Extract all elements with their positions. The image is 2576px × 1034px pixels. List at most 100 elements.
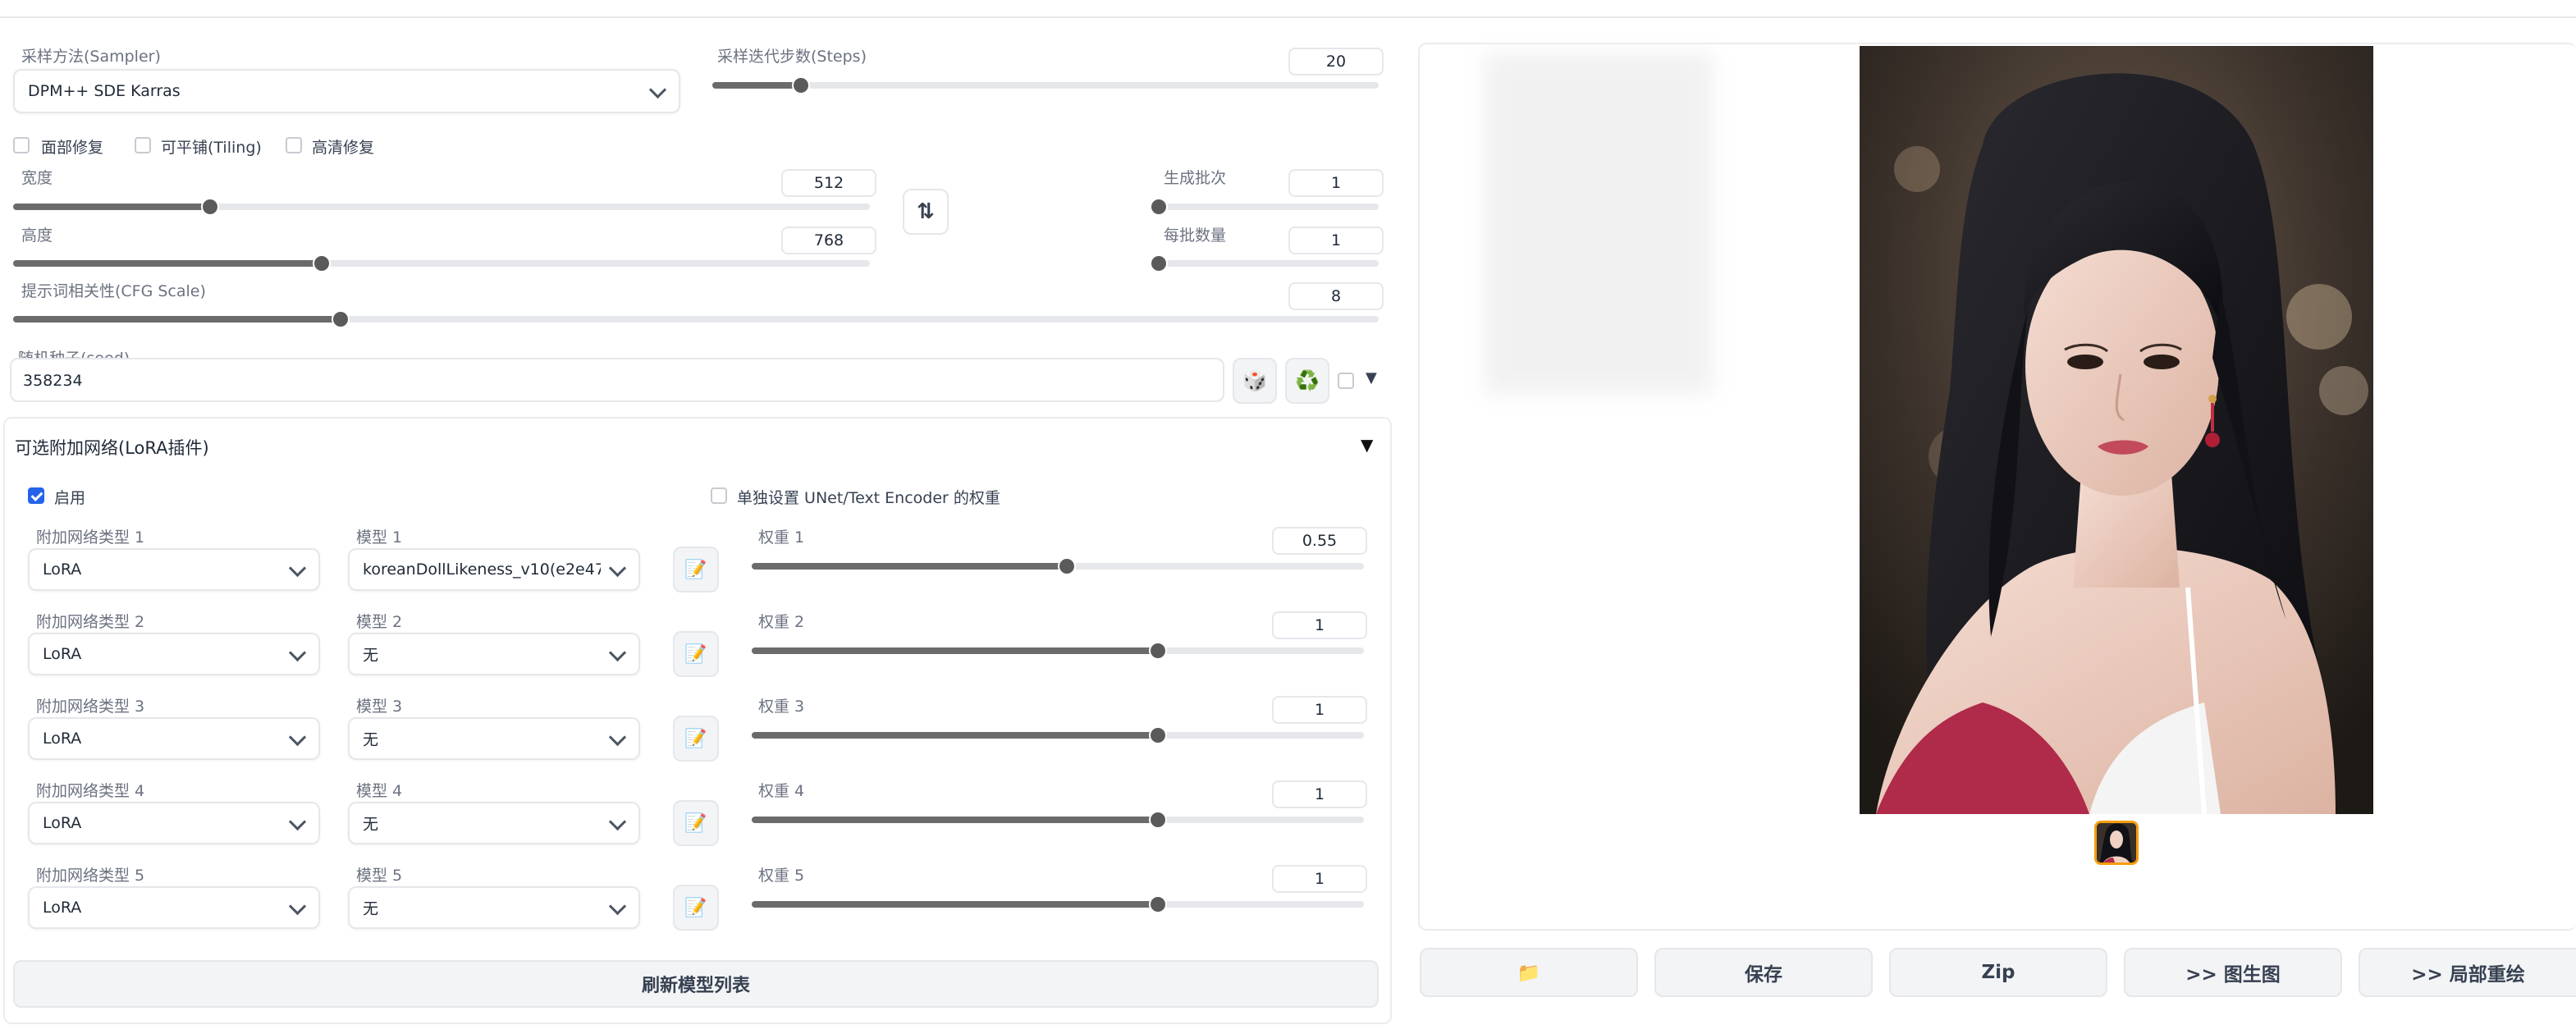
recycle-icon: ♻️ xyxy=(1295,369,1320,392)
tiling-checkbox[interactable] xyxy=(135,137,151,153)
top-divider xyxy=(0,16,2576,18)
lora-weight-slider-thumb[interactable] xyxy=(1148,642,1167,660)
width-input[interactable]: 512 xyxy=(781,169,876,197)
lora-collapse-icon[interactable]: ▼ xyxy=(1361,435,1373,455)
open-folder-button[interactable]: 📁 xyxy=(1420,948,1638,997)
lora-edit-button[interactable]: 📝 xyxy=(673,800,719,846)
zip-button[interactable]: Zip xyxy=(1889,948,2107,997)
height-slider[interactable] xyxy=(13,254,870,272)
sampler-dropdown[interactable]: DPM++ SDE Karras xyxy=(13,69,680,113)
cfg-slider[interactable] xyxy=(13,310,1379,328)
lora-type-dropdown[interactable]: LoRA xyxy=(28,886,320,929)
batch-count-slider[interactable] xyxy=(1150,198,1379,216)
lora-weight-slider[interactable] xyxy=(752,726,1364,744)
separate-weights-label: 单独设置 UNet/Text Encoder 的权重 xyxy=(737,489,1000,507)
extra-seed-checkbox[interactable] xyxy=(1338,373,1354,389)
batch-size-input[interactable]: 1 xyxy=(1288,226,1384,254)
hires-fix-label: 高清修复 xyxy=(312,139,375,157)
lora-panel-title: 可选附加网络(LoRA插件) xyxy=(15,438,209,458)
random-seed-button[interactable]: 🎲 xyxy=(1233,358,1277,404)
lora-weight-slider[interactable] xyxy=(752,642,1364,660)
lora-model-dropdown[interactable]: 无 xyxy=(348,886,640,929)
lora-edit-button[interactable]: 📝 xyxy=(673,885,719,931)
lora-model-dropdown[interactable]: 无 xyxy=(348,633,640,675)
lora-weight-slider-thumb[interactable] xyxy=(1148,895,1167,913)
generated-image[interactable] xyxy=(1860,46,2373,814)
lora-type-dropdown[interactable]: LoRA xyxy=(28,633,320,675)
lora-type-label: 附加网络类型 1 xyxy=(36,528,145,547)
sampler-value: DPM++ SDE Karras xyxy=(28,82,181,100)
lora-weight-slider-fill xyxy=(752,901,1158,908)
reuse-seed-button[interactable]: ♻️ xyxy=(1285,358,1329,404)
folder-icon: 📁 xyxy=(1517,962,1541,984)
lora-type-dropdown[interactable]: LoRA xyxy=(28,802,320,844)
extra-seed-toggle-icon[interactable]: ▼ xyxy=(1366,369,1377,387)
lora-type-dropdown[interactable]: LoRA xyxy=(28,717,320,760)
tiling-label: 可平铺(Tiling) xyxy=(161,139,262,157)
save-button-label: 保存 xyxy=(1745,964,1782,986)
lora-enable-label: 启用 xyxy=(54,489,86,507)
face-restore-checkbox[interactable] xyxy=(13,137,30,153)
lora-weight-label: 权重 2 xyxy=(758,613,805,631)
lora-weight-input[interactable]: 1 xyxy=(1272,611,1367,639)
width-slider-thumb[interactable] xyxy=(201,198,220,216)
lora-model-label: 模型 5 xyxy=(356,867,403,885)
steps-slider[interactable] xyxy=(712,76,1379,94)
height-input[interactable]: 768 xyxy=(781,226,876,254)
cfg-input[interactable]: 8 xyxy=(1288,282,1384,310)
cfg-slider-thumb[interactable] xyxy=(332,310,350,328)
lora-weight-slider[interactable] xyxy=(752,895,1364,913)
chevron-down-icon xyxy=(608,897,627,916)
face-restore-label: 面部修复 xyxy=(41,139,104,157)
lora-model-value: 无 xyxy=(363,730,379,749)
lora-edit-button[interactable]: 📝 xyxy=(673,547,719,592)
lora-model-dropdown[interactable]: 无 xyxy=(348,717,640,760)
refresh-model-list-button[interactable]: 刷新模型列表 xyxy=(13,960,1379,1008)
lora-weight-slider[interactable] xyxy=(752,811,1364,829)
batch-count-slider-thumb[interactable] xyxy=(1150,198,1168,216)
edit-icon: 📝 xyxy=(684,559,707,580)
separate-weights-checkbox[interactable] xyxy=(711,487,727,504)
lora-type-value: LoRA xyxy=(43,899,82,917)
lora-type-label: 附加网络类型 4 xyxy=(36,782,145,800)
lora-weight-label: 权重 4 xyxy=(758,782,805,800)
save-button[interactable]: 保存 xyxy=(1654,948,1873,997)
steps-input[interactable]: 20 xyxy=(1288,48,1384,75)
lora-weight-slider-thumb[interactable] xyxy=(1148,811,1167,829)
lora-edit-button[interactable]: 📝 xyxy=(673,631,719,677)
lora-type-dropdown[interactable]: LoRA xyxy=(28,548,320,591)
lora-weight-label: 权重 1 xyxy=(758,528,805,547)
batch-size-slider-thumb[interactable] xyxy=(1150,254,1168,272)
lora-weight-slider-thumb[interactable] xyxy=(1148,726,1167,744)
send-to-inpaint-button[interactable]: >> 局部重绘 xyxy=(2359,948,2576,997)
lora-enable-checkbox[interactable] xyxy=(28,487,44,504)
lora-weight-input[interactable]: 0.55 xyxy=(1272,527,1367,555)
seed-input[interactable]: 358234 xyxy=(10,358,1224,402)
steps-slider-thumb[interactable] xyxy=(791,76,810,94)
lora-weight-input[interactable]: 1 xyxy=(1272,865,1367,893)
batch-size-slider[interactable] xyxy=(1150,254,1379,272)
hires-fix-checkbox[interactable] xyxy=(286,137,302,153)
batch-size-label: 每批数量 xyxy=(1164,226,1227,245)
send-to-img2img-button[interactable]: >> 图生图 xyxy=(2124,948,2342,997)
swap-dimensions-button[interactable]: ⇅ xyxy=(903,189,949,235)
lora-weight-slider[interactable] xyxy=(752,557,1364,575)
lora-model-dropdown[interactable]: 无 xyxy=(348,802,640,844)
lora-type-label: 附加网络类型 3 xyxy=(36,698,145,716)
lora-weight-input[interactable]: 1 xyxy=(1272,780,1367,808)
lora-weight-label: 权重 3 xyxy=(758,698,805,716)
lora-type-value: LoRA xyxy=(43,730,82,748)
cfg-slider-fill xyxy=(13,316,341,323)
height-slider-thumb[interactable] xyxy=(312,254,331,272)
batch-count-input[interactable]: 1 xyxy=(1288,169,1384,197)
dice-icon: 🎲 xyxy=(1242,369,1267,392)
gallery-thumbnail[interactable] xyxy=(2094,821,2139,865)
lora-model-value: 无 xyxy=(363,899,379,918)
lora-model-label: 模型 1 xyxy=(356,528,403,547)
width-slider[interactable] xyxy=(13,198,870,216)
lora-edit-button[interactable]: 📝 xyxy=(673,716,719,762)
lora-model-dropdown[interactable]: koreanDollLikeness_v10(e2e472c0 xyxy=(348,548,640,591)
lora-weight-input[interactable]: 1 xyxy=(1272,696,1367,724)
lora-weight-slider-fill xyxy=(752,647,1158,654)
lora-weight-slider-fill xyxy=(752,732,1158,739)
